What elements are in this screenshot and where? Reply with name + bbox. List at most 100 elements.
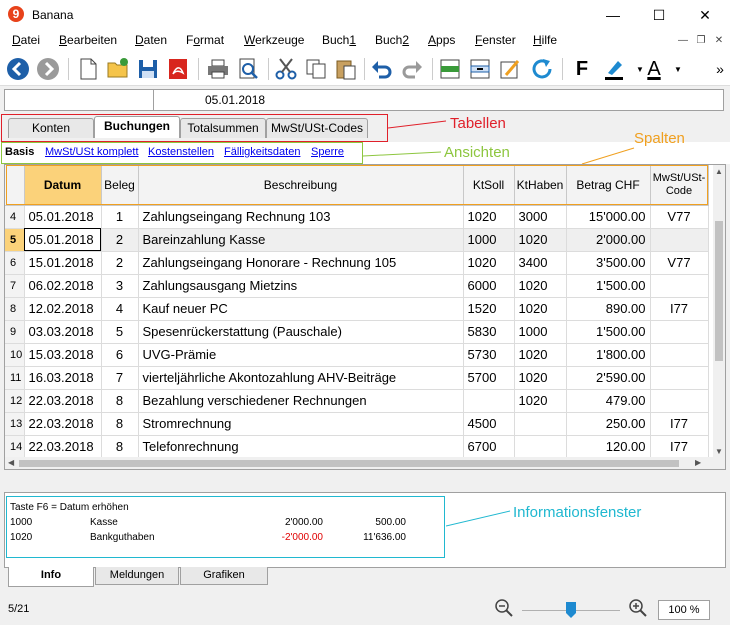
vertical-scroll-thumb[interactable] [715, 221, 723, 361]
zoom-out-icon[interactable] [494, 598, 514, 618]
chevron-down-icon[interactable]: ▼ [664, 55, 692, 83]
more-icon[interactable]: » [706, 55, 730, 83]
cell-vat[interactable]: I77 [650, 297, 709, 321]
cell-doc[interactable]: 1 [101, 205, 139, 229]
row-number[interactable]: 6 [5, 251, 25, 275]
row-number[interactable]: 13 [5, 412, 25, 436]
row-number[interactable]: 5 [5, 228, 25, 252]
redo-icon[interactable] [398, 55, 426, 83]
cell-credit[interactable] [514, 412, 567, 436]
cell-debit[interactable]: 1520 [463, 297, 515, 321]
cell-debit[interactable]: 6000 [463, 274, 515, 298]
scroll-right-icon[interactable]: ▶ [695, 458, 701, 467]
cell-date[interactable]: 22.03.2018 [24, 435, 102, 459]
cell-amount[interactable]: 120.00 [566, 435, 651, 459]
menu-werkzeuge[interactable]: Werkzeuge [244, 33, 304, 47]
horizontal-scrollbar[interactable]: ◀ ▶ [5, 457, 713, 469]
scroll-left-icon[interactable]: ◀ [8, 458, 14, 467]
table-row[interactable]: 4 05.01.2018 1 Zahlungseingang Rechnung … [5, 205, 709, 229]
cell-amount[interactable]: 1'800.00 [566, 343, 651, 367]
menu-format[interactable]: Format [186, 33, 224, 47]
zoom-slider-thumb[interactable] [565, 601, 577, 619]
table-row[interactable]: 9 03.03.2018 5 Spesenrückerstattung (Pau… [5, 320, 709, 344]
menu-buch1[interactable]: Buch1 [322, 33, 356, 47]
table-row[interactable]: 13 22.03.2018 8 Stromrechnung 4500 250.0… [5, 412, 709, 436]
forward-icon[interactable] [34, 55, 62, 83]
print-icon[interactable] [204, 55, 232, 83]
cell-description[interactable]: Kauf neuer PC [138, 297, 464, 321]
table-row[interactable]: 6 15.01.2018 2 Zahlungseingang Honorare … [5, 251, 709, 275]
mdi-restore-button[interactable]: ❐ [694, 34, 708, 48]
row-number[interactable]: 10 [5, 343, 25, 367]
close-button[interactable]: ✕ [682, 0, 728, 30]
new-file-icon[interactable] [74, 55, 102, 83]
cell-description[interactable]: vierteljährliche Akontozahlung AHV-Beitr… [138, 366, 464, 390]
cell-value-bar[interactable]: 05.01.2018 [4, 89, 724, 111]
insert-row-icon[interactable] [436, 55, 464, 83]
open-folder-icon[interactable] [104, 55, 132, 83]
cell-doc[interactable]: 2 [101, 251, 139, 275]
highlight-icon[interactable] [600, 55, 628, 83]
cell-description[interactable]: Stromrechnung [138, 412, 464, 436]
cell-vat[interactable] [650, 343, 709, 367]
cell-credit[interactable]: 3400 [514, 251, 567, 275]
row-number[interactable]: 4 [5, 205, 25, 229]
cell-vat[interactable] [650, 320, 709, 344]
cell-date-current[interactable]: 05.01.2018 [24, 228, 102, 252]
cell-value[interactable]: 05.01.2018 [205, 93, 265, 107]
cell-date[interactable]: 22.03.2018 [24, 412, 102, 436]
delete-row-icon[interactable] [466, 55, 494, 83]
tab-meldungen[interactable]: Meldungen [95, 567, 179, 585]
maximize-button[interactable]: ☐ [636, 0, 682, 30]
cell-date[interactable]: 15.03.2018 [24, 343, 102, 367]
cell-description[interactable]: Telefonrechnung [138, 435, 464, 459]
paste-icon[interactable] [332, 55, 360, 83]
menu-buch2[interactable]: Buch2 [375, 33, 409, 47]
cell-credit[interactable]: 1020 [514, 274, 567, 298]
cell-doc[interactable]: 7 [101, 366, 139, 390]
cell-amount[interactable]: 250.00 [566, 412, 651, 436]
cell-doc[interactable]: 8 [101, 389, 139, 413]
cell-credit[interactable]: 1020 [514, 297, 567, 321]
row-number-header[interactable] [5, 165, 25, 206]
row-number[interactable]: 14 [5, 435, 25, 459]
cell-date[interactable]: 03.03.2018 [24, 320, 102, 344]
zoom-value-field[interactable]: 100 % [658, 600, 710, 620]
cell-vat[interactable] [650, 228, 709, 252]
zoom-in-icon[interactable] [628, 598, 648, 618]
cell-description[interactable]: Bareinzahlung Kasse [138, 228, 464, 252]
table-row[interactable]: 12 22.03.2018 8 Bezahlung verschiedener … [5, 389, 709, 413]
cell-debit[interactable]: 1020 [463, 251, 515, 275]
menu-apps[interactable]: Apps [428, 33, 455, 47]
cell-vat[interactable] [650, 274, 709, 298]
cell-doc[interactable]: 5 [101, 320, 139, 344]
table-row[interactable]: 10 15.03.2018 6 UVG-Prämie 5730 1020 1'8… [5, 343, 709, 367]
back-icon[interactable] [4, 55, 32, 83]
menu-fenster[interactable]: Fenster [475, 33, 516, 47]
cell-date[interactable]: 05.01.2018 [24, 205, 102, 229]
bold-icon[interactable]: F [568, 55, 596, 83]
cell-date[interactable]: 12.02.2018 [24, 297, 102, 321]
cell-description[interactable]: UVG-Prämie [138, 343, 464, 367]
scroll-up-icon[interactable]: ▲ [715, 167, 723, 176]
cell-debit[interactable]: 4500 [463, 412, 515, 436]
cell-debit[interactable]: 1020 [463, 205, 515, 229]
cell-doc[interactable]: 8 [101, 412, 139, 436]
minimize-button[interactable]: — [590, 0, 636, 30]
menu-datei[interactable]: Datei [12, 33, 40, 47]
row-number[interactable]: 12 [5, 389, 25, 413]
table-row-selected[interactable]: 5 05.01.2018 2 Bareinzahlung Kasse 1000 … [5, 228, 709, 252]
scroll-down-icon[interactable]: ▼ [715, 447, 723, 456]
column-header-mwst-code[interactable]: MwSt/USt-Code [650, 165, 709, 206]
cell-description[interactable]: Bezahlung verschiedener Rechnungen [138, 389, 464, 413]
cell-credit[interactable]: 1020 [514, 343, 567, 367]
cell-credit[interactable] [514, 435, 567, 459]
table-row[interactable]: 8 12.02.2018 4 Kauf neuer PC 1520 1020 8… [5, 297, 709, 321]
mdi-close-button[interactable]: ✕ [712, 34, 726, 48]
mdi-minimize-button[interactable]: — [676, 34, 690, 48]
cell-debit[interactable]: 5730 [463, 343, 515, 367]
menu-hilfe[interactable]: Hilfe [533, 33, 557, 47]
cell-amount[interactable]: 2'590.00 [566, 366, 651, 390]
cell-amount[interactable]: 1'500.00 [566, 320, 651, 344]
cell-date[interactable]: 16.03.2018 [24, 366, 102, 390]
